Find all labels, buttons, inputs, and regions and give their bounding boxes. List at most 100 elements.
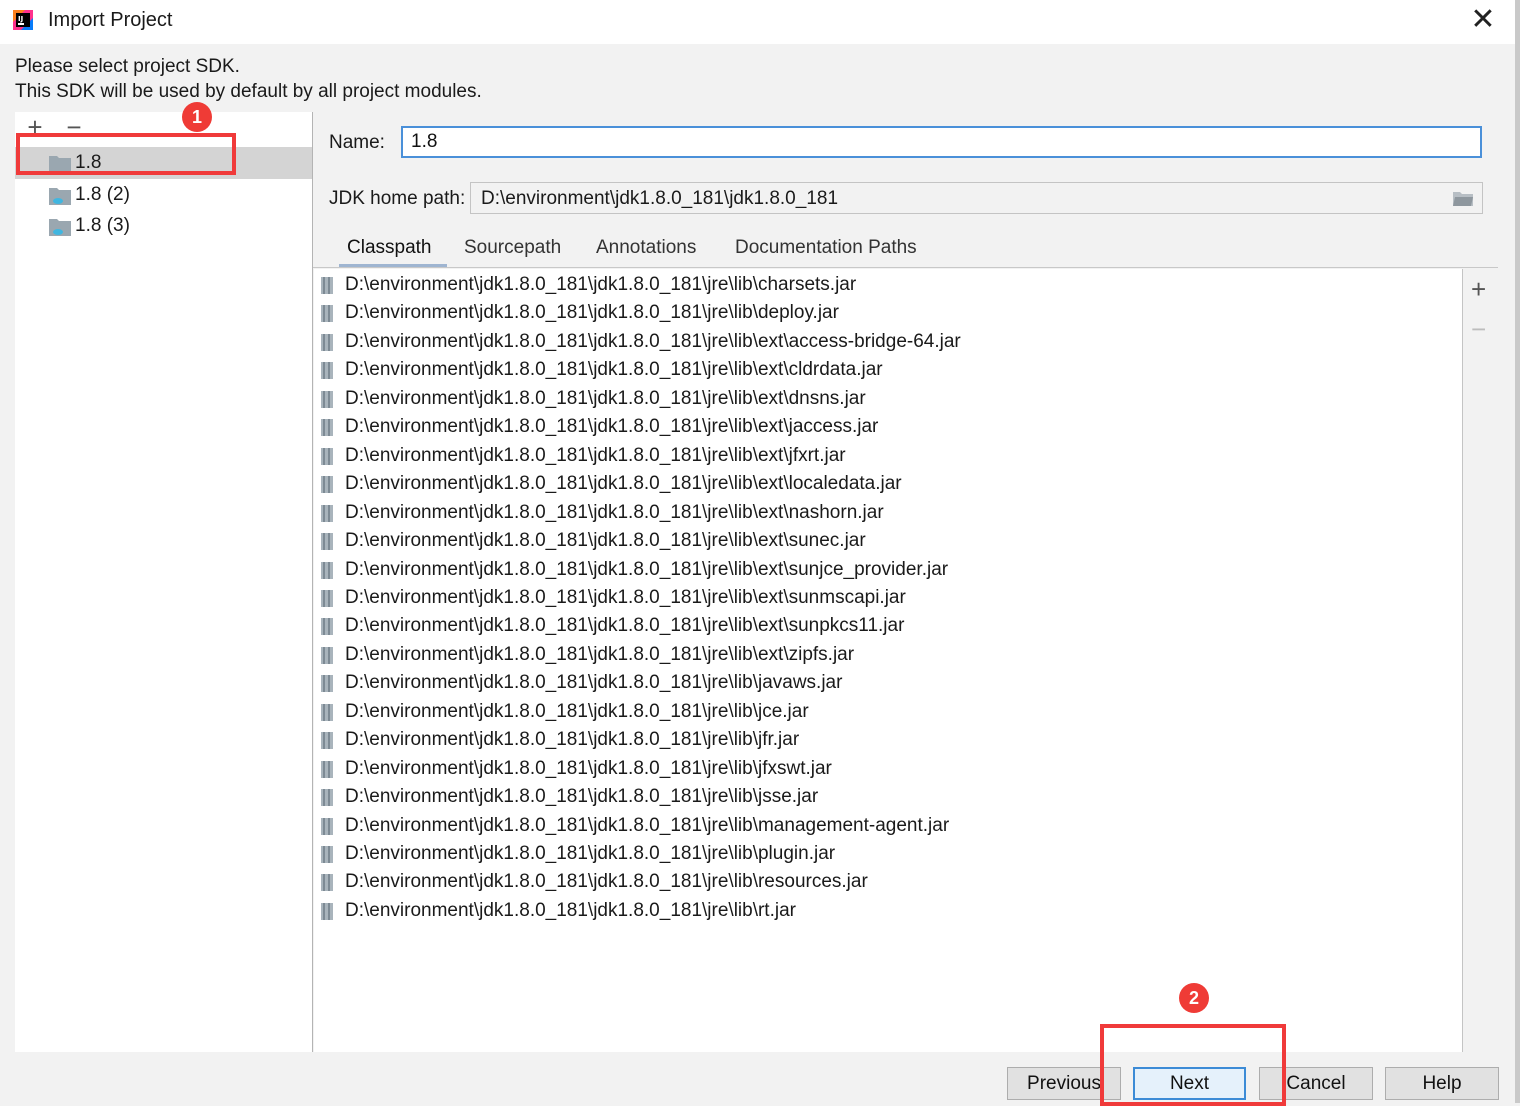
- classpath-entry: D:\environment\jdk1.8.0_181\jdk1.8.0_181…: [345, 758, 832, 779]
- classpath-row[interactable]: D:\environment\jdk1.8.0_181\jdk1.8.0_181…: [314, 783, 1460, 811]
- classpath-row[interactable]: D:\environment\jdk1.8.0_181\jdk1.8.0_181…: [314, 271, 1460, 299]
- classpath-entry: D:\environment\jdk1.8.0_181\jdk1.8.0_181…: [345, 302, 839, 323]
- jar-icon: [321, 818, 333, 835]
- jar-icon: [321, 562, 333, 579]
- classpath-row[interactable]: D:\environment\jdk1.8.0_181\jdk1.8.0_181…: [314, 385, 1460, 413]
- classpath-row[interactable]: D:\environment\jdk1.8.0_181\jdk1.8.0_181…: [314, 328, 1460, 356]
- folder-browse-icon[interactable]: [1452, 190, 1474, 207]
- jar-icon: [321, 590, 333, 607]
- classpath-row[interactable]: D:\environment\jdk1.8.0_181\jdk1.8.0_181…: [314, 413, 1460, 441]
- classpath-entry: D:\environment\jdk1.8.0_181\jdk1.8.0_181…: [345, 843, 836, 864]
- classpath-entry: D:\environment\jdk1.8.0_181\jdk1.8.0_181…: [345, 388, 866, 409]
- classpath-row[interactable]: D:\environment\jdk1.8.0_181\jdk1.8.0_181…: [314, 442, 1460, 470]
- jar-icon: [321, 789, 333, 806]
- classpath-row[interactable]: D:\environment\jdk1.8.0_181\jdk1.8.0_181…: [314, 641, 1460, 669]
- add-path-button[interactable]: +: [1471, 276, 1486, 302]
- jar-icon: [321, 419, 333, 436]
- jar-icon: [321, 618, 333, 635]
- panel-divider[interactable]: [312, 112, 313, 1052]
- classpath-row[interactable]: D:\environment\jdk1.8.0_181\jdk1.8.0_181…: [314, 812, 1460, 840]
- annotation-highlight-sdk: [16, 133, 236, 175]
- classpath-entry: D:\environment\jdk1.8.0_181\jdk1.8.0_181…: [345, 530, 866, 551]
- jar-icon: [321, 505, 333, 522]
- classpath-entry: D:\environment\jdk1.8.0_181\jdk1.8.0_181…: [345, 416, 879, 437]
- classpath-entry: D:\environment\jdk1.8.0_181\jdk1.8.0_181…: [345, 445, 846, 466]
- classpath-row[interactable]: D:\environment\jdk1.8.0_181\jdk1.8.0_181…: [314, 868, 1460, 896]
- jar-icon: [321, 391, 333, 408]
- jar-icon: [321, 675, 333, 692]
- classpath-entry: D:\environment\jdk1.8.0_181\jdk1.8.0_181…: [345, 786, 819, 807]
- jdk-folder-icon: [49, 188, 71, 205]
- classpath-row[interactable]: D:\environment\jdk1.8.0_181\jdk1.8.0_181…: [314, 299, 1460, 327]
- title-bar: IJ Import Project ✕: [0, 0, 1520, 44]
- classpath-entry: D:\environment\jdk1.8.0_181\jdk1.8.0_181…: [345, 672, 843, 693]
- tab-annotations[interactable]: Annotations: [596, 237, 696, 259]
- classpath-row[interactable]: D:\environment\jdk1.8.0_181\jdk1.8.0_181…: [314, 584, 1460, 612]
- classpath-entry: D:\environment\jdk1.8.0_181\jdk1.8.0_181…: [345, 559, 949, 580]
- jar-icon: [321, 277, 333, 294]
- jar-icon: [321, 476, 333, 493]
- classpath-entry: D:\environment\jdk1.8.0_181\jdk1.8.0_181…: [345, 331, 961, 352]
- classpath-row[interactable]: D:\environment\jdk1.8.0_181\jdk1.8.0_181…: [314, 556, 1460, 584]
- classpath-row[interactable]: D:\environment\jdk1.8.0_181\jdk1.8.0_181…: [314, 897, 1460, 925]
- classpath-entry: D:\environment\jdk1.8.0_181\jdk1.8.0_181…: [345, 815, 950, 836]
- jar-icon: [321, 334, 333, 351]
- classpath-row[interactable]: D:\environment\jdk1.8.0_181\jdk1.8.0_181…: [314, 669, 1460, 697]
- jdk-folder-icon: [49, 219, 71, 236]
- jar-icon: [321, 704, 333, 721]
- tab-classpath[interactable]: Classpath: [347, 237, 432, 259]
- jar-icon: [321, 903, 333, 920]
- intro-line-2: This SDK will be used by default by all …: [15, 81, 482, 102]
- classpath-entry: D:\environment\jdk1.8.0_181\jdk1.8.0_181…: [345, 644, 855, 665]
- jar-icon: [321, 362, 333, 379]
- remove-path-button[interactable]: −: [1471, 316, 1486, 342]
- classpath-row[interactable]: D:\environment\jdk1.8.0_181\jdk1.8.0_181…: [314, 527, 1460, 555]
- classpath-row[interactable]: D:\environment\jdk1.8.0_181\jdk1.8.0_181…: [314, 755, 1460, 783]
- classpath-row[interactable]: D:\environment\jdk1.8.0_181\jdk1.8.0_181…: [314, 499, 1460, 527]
- jar-icon: [321, 874, 333, 891]
- tab-sourcepath[interactable]: Sourcepath: [464, 237, 561, 259]
- classpath-entry: D:\environment\jdk1.8.0_181\jdk1.8.0_181…: [345, 900, 796, 921]
- jar-icon: [321, 647, 333, 664]
- jar-icon: [321, 732, 333, 749]
- jar-icon: [321, 761, 333, 778]
- classpath-row[interactable]: D:\environment\jdk1.8.0_181\jdk1.8.0_181…: [314, 726, 1460, 754]
- jar-icon: [321, 448, 333, 465]
- classpath-entry: D:\environment\jdk1.8.0_181\jdk1.8.0_181…: [345, 871, 868, 892]
- classpath-entry: D:\environment\jdk1.8.0_181\jdk1.8.0_181…: [345, 587, 906, 608]
- window-title: Import Project: [48, 9, 173, 31]
- jar-icon: [321, 846, 333, 863]
- jar-icon: [321, 533, 333, 550]
- sdk-item[interactable]: 1.8 (3): [15, 210, 312, 242]
- help-button[interactable]: Help: [1385, 1067, 1499, 1100]
- annotation-badge-1: 1: [182, 102, 212, 132]
- window-edge: [1515, 0, 1520, 1103]
- jdk-home-path-value: D:\environment\jdk1.8.0_181\jdk1.8.0_181: [481, 188, 839, 209]
- classpath-entry: D:\environment\jdk1.8.0_181\jdk1.8.0_181…: [345, 502, 884, 523]
- jdk-home-label: JDK home path:: [329, 188, 466, 209]
- tab-documentation-paths[interactable]: Documentation Paths: [735, 237, 917, 259]
- intro-line-1: Please select project SDK.: [15, 56, 240, 77]
- classpath-entry: D:\environment\jdk1.8.0_181\jdk1.8.0_181…: [345, 473, 902, 494]
- classpath-row[interactable]: D:\environment\jdk1.8.0_181\jdk1.8.0_181…: [314, 840, 1460, 868]
- annotation-badge-2: 2: [1179, 983, 1209, 1013]
- classpath-row[interactable]: D:\environment\jdk1.8.0_181\jdk1.8.0_181…: [314, 470, 1460, 498]
- classpath-entry: D:\environment\jdk1.8.0_181\jdk1.8.0_181…: [345, 615, 905, 636]
- classpath-entry: D:\environment\jdk1.8.0_181\jdk1.8.0_181…: [345, 729, 800, 750]
- sdk-item-label: 1.8 (3): [75, 215, 130, 236]
- sdk-name-input[interactable]: [401, 126, 1482, 158]
- tabs-separator: [313, 267, 1498, 268]
- annotation-highlight-next: [1100, 1024, 1286, 1106]
- classpath-row[interactable]: D:\environment\jdk1.8.0_181\jdk1.8.0_181…: [314, 356, 1460, 384]
- classpath-row[interactable]: D:\environment\jdk1.8.0_181\jdk1.8.0_181…: [314, 698, 1460, 726]
- close-icon[interactable]: ✕: [1468, 5, 1498, 36]
- sdk-item-label: 1.8 (2): [75, 184, 130, 205]
- classpath-entry: D:\environment\jdk1.8.0_181\jdk1.8.0_181…: [345, 359, 883, 380]
- intellij-app-icon: IJ: [13, 10, 33, 30]
- classpath-entry: D:\environment\jdk1.8.0_181\jdk1.8.0_181…: [345, 274, 857, 295]
- svg-text:IJ: IJ: [18, 15, 23, 23]
- classpath-row[interactable]: D:\environment\jdk1.8.0_181\jdk1.8.0_181…: [314, 612, 1460, 640]
- sdk-item[interactable]: 1.8 (2): [15, 179, 312, 211]
- jdk-home-path-field[interactable]: D:\environment\jdk1.8.0_181\jdk1.8.0_181: [470, 182, 1483, 214]
- sdk-list-panel: [15, 112, 312, 1052]
